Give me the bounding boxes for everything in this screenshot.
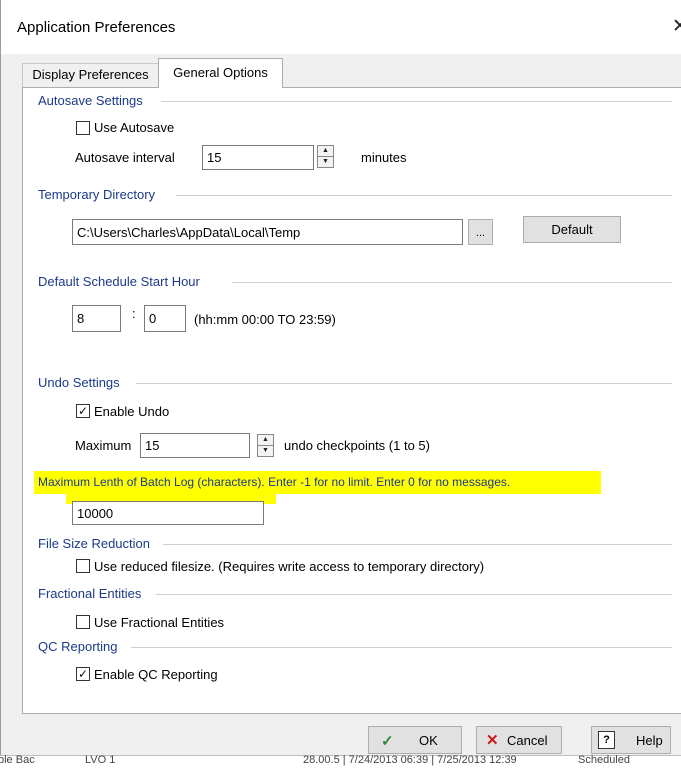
window-title: Application Preferences (17, 19, 176, 36)
preferences-dialog: Application Preferences ✕ Display Prefer… (0, 0, 681, 755)
help-label: Help (636, 733, 663, 748)
cancel-button[interactable]: ✕ Cancel (476, 726, 562, 754)
use-autosave-label: Use Autosave (94, 120, 175, 135)
enable-undo-checkbox[interactable]: ✓ (76, 404, 90, 418)
tab-general-options[interactable]: General Options (158, 58, 283, 88)
batch-log-length-input[interactable] (72, 501, 264, 525)
enable-qc-label: Enable QC Reporting (94, 667, 218, 682)
background-row-status: Scheduled (578, 754, 630, 766)
help-button[interactable]: ? Help (591, 726, 671, 754)
spin-up-icon[interactable]: ▲ (258, 435, 273, 446)
autosave-divider (161, 101, 672, 102)
background-row-label: ble Bac (0, 754, 35, 766)
fractional-entities-label: Use Fractional Entities (94, 615, 225, 630)
schedule-divider (232, 282, 672, 283)
time-format-hint: (hh:mm 00:00 TO 23:59) (194, 312, 336, 327)
reduced-filesize-label: Use reduced filesize. (Requires write ac… (94, 559, 485, 574)
background-row-code: LVO 1 (85, 754, 116, 766)
use-autosave-checkbox[interactable] (76, 121, 90, 135)
enable-qc-checkbox[interactable]: ✓ (76, 667, 90, 681)
time-separator: : (132, 306, 136, 321)
autosave-section-title: Autosave Settings (38, 93, 143, 108)
title-bar: Application Preferences ✕ (1, 0, 681, 54)
undo-divider (136, 383, 672, 384)
ok-button[interactable]: ✓ OK (368, 726, 462, 754)
fractional-section-title: Fractional Entities (38, 586, 142, 601)
start-minute-input[interactable] (144, 305, 186, 332)
enable-undo-label: Enable Undo (94, 404, 170, 419)
temp-dir-path-input[interactable] (72, 219, 463, 245)
undo-section-title: Undo Settings (38, 375, 120, 390)
spin-down-icon[interactable]: ▼ (258, 446, 273, 456)
undo-maximum-label: Maximum (75, 438, 132, 453)
undo-maximum-input[interactable] (140, 433, 250, 458)
checkmark-icon: ✓ (381, 733, 394, 750)
autosave-interval-input[interactable] (202, 145, 314, 170)
cancel-x-icon: ✕ (486, 732, 499, 749)
browse-button[interactable]: ... (468, 219, 493, 245)
spin-down-icon[interactable]: ▼ (318, 157, 333, 167)
ok-label: OK (419, 733, 438, 748)
cancel-label: Cancel (507, 733, 548, 748)
file-size-divider (163, 544, 672, 545)
temp-dir-section-title: Temporary Directory (38, 187, 156, 202)
autosave-interval-label: Autosave interval (75, 150, 175, 165)
qc-section-title: QC Reporting (38, 639, 118, 654)
qc-divider (131, 647, 672, 648)
batch-log-label: Maximum Lenth of Batch Log (characters).… (38, 475, 511, 489)
background-row-dates: 28.00.5 | 7/24/2013 06:39 | 7/25/2013 12… (303, 754, 517, 766)
dialog-button-bar (1, 714, 681, 755)
start-hour-input[interactable] (72, 305, 121, 332)
background-app-strip: ble Bac LVO 1 28.00.5 | 7/24/2013 06:39 … (0, 754, 681, 769)
file-size-section-title: File Size Reduction (38, 536, 150, 551)
help-icon: ? (598, 731, 615, 749)
close-icon[interactable]: ✕ (672, 15, 681, 38)
undo-checkpoints-label: undo checkpoints (1 to 5) (284, 438, 430, 453)
temp-dir-divider (176, 195, 672, 196)
fractional-entities-checkbox[interactable] (76, 615, 90, 629)
schedule-section-title: Default Schedule Start Hour (38, 274, 200, 289)
fractional-divider (156, 594, 672, 595)
autosave-interval-spinner[interactable]: ▲ ▼ (317, 145, 334, 168)
default-button[interactable]: Default (523, 216, 621, 243)
reduced-filesize-checkbox[interactable] (76, 559, 90, 573)
undo-maximum-spinner[interactable]: ▲ ▼ (257, 434, 274, 457)
spin-up-icon[interactable]: ▲ (318, 146, 333, 157)
autosave-interval-unit: minutes (361, 150, 407, 165)
tab-display-preferences[interactable]: Display Preferences (22, 63, 159, 87)
